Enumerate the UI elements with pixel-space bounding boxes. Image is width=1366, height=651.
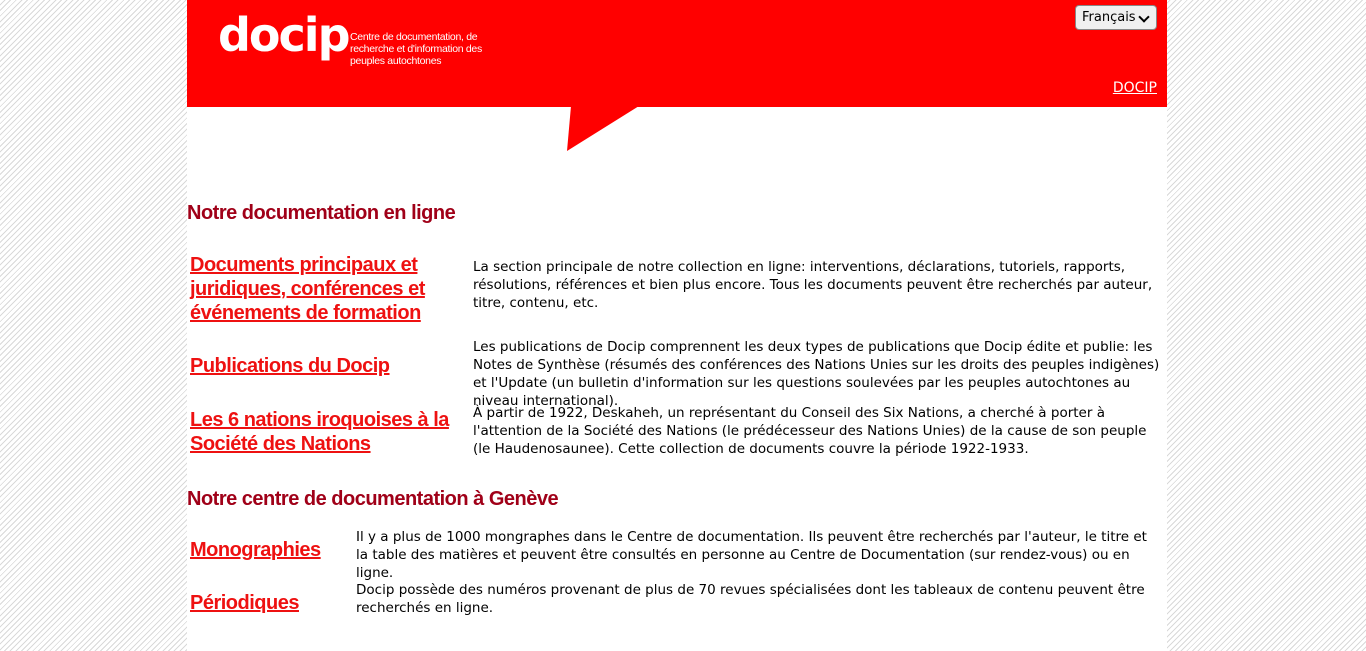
list-item: Monographies Il y a plus de 1000 mongrap…	[190, 528, 1147, 581]
site-header: docip Centre de documentation, de recher…	[187, 0, 1167, 107]
language-select[interactable]: Français	[1075, 5, 1157, 30]
item-description: La section principale de notre collectio…	[473, 259, 1153, 311]
six-nations-link[interactable]: Les 6 nations iroquoises à la Société de…	[190, 408, 450, 456]
logo-wordmark: docip	[218, 8, 350, 62]
chevron-down-icon	[1138, 11, 1150, 23]
docip-home-link[interactable]: DOCIP	[1113, 80, 1157, 96]
header-pointer-shape	[567, 106, 639, 151]
publications-docip-link[interactable]: Publications du Docip	[190, 354, 450, 378]
documents-principaux-link[interactable]: Documents principaux et juridiques, conf…	[190, 253, 450, 325]
item-description: Les publications de Docip comprennent le…	[473, 339, 1160, 409]
monographies-link[interactable]: Monographies	[190, 538, 340, 562]
language-select-value: Français	[1082, 10, 1136, 25]
list-item: Périodiques Docip possède des numéros pr…	[190, 581, 1145, 625]
logo-tagline: Centre de documentation, de recherche et…	[350, 31, 482, 67]
item-description: À partir de 1922, Deskaheh, un représent…	[473, 405, 1147, 457]
docip-logo[interactable]: docip Centre de documentation, de recher…	[218, 8, 518, 76]
list-item: Les 6 nations iroquoises à la Société de…	[190, 404, 1146, 460]
page-container: docip Centre de documentation, de recher…	[187, 0, 1167, 651]
periodiques-link[interactable]: Périodiques	[190, 591, 340, 615]
item-description: Docip possède des numéros provenant de p…	[356, 582, 1145, 616]
item-description: Il y a plus de 1000 mongraphes dans le C…	[356, 529, 1147, 581]
online-section-heading: Notre documentation en ligne	[187, 202, 456, 224]
list-item: Documents principaux et juridiques, conf…	[190, 253, 1152, 325]
list-item: Publications du Docip Les publications d…	[190, 336, 1159, 409]
geneva-section-heading: Notre centre de documentation à Genève	[187, 488, 559, 510]
